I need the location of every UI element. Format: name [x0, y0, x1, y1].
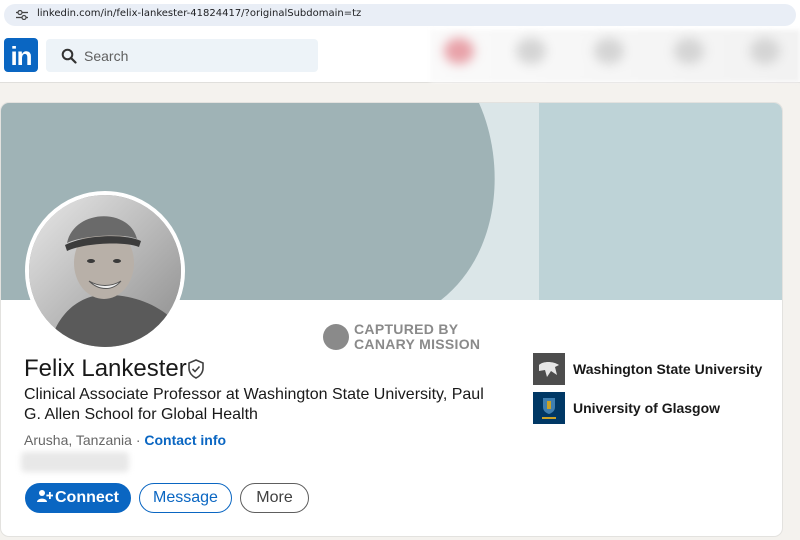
- more-button[interactable]: More: [240, 483, 309, 513]
- org-glasgow[interactable]: University of Glasgow: [533, 392, 773, 424]
- more-label: More: [256, 489, 293, 506]
- profile-headline: Clinical Associate Professor at Washingt…: [24, 386, 484, 423]
- canary-mission-watermark: CAPTURED BY CANARY MISSION: [323, 321, 493, 355]
- linkedin-logo[interactable]: in: [4, 38, 38, 72]
- glasgow-crest-icon: [533, 392, 565, 424]
- org-washington-state[interactable]: Washington State University: [533, 353, 773, 385]
- profile-location: Arusha, Tanzania: [24, 432, 132, 448]
- top-nav: in Search: [0, 30, 800, 83]
- avatar-photo: [29, 195, 181, 347]
- message-button[interactable]: Message: [139, 483, 232, 513]
- browser-address-bar: linkedin.com/in/felix-lankester-41824417…: [0, 0, 800, 30]
- nav-blob: [750, 38, 780, 64]
- connect-button[interactable]: Connect: [25, 483, 131, 513]
- avatar[interactable]: [25, 191, 185, 351]
- message-label: Message: [153, 489, 218, 506]
- redacted-connections: [21, 452, 129, 472]
- tune-icon[interactable]: [16, 10, 28, 20]
- separator: ·: [131, 432, 145, 448]
- contact-info-link[interactable]: Contact info: [144, 432, 226, 448]
- search-icon: [61, 48, 77, 64]
- wsu-logo-icon: [533, 353, 565, 385]
- watermark-line2: CANARY MISSION: [354, 336, 481, 352]
- profile-name: Felix Lankester: [24, 355, 187, 382]
- nav-blob: [674, 38, 704, 64]
- nav-blob: [594, 38, 624, 64]
- url-text[interactable]: linkedin.com/in/felix-lankester-41824417…: [37, 8, 361, 19]
- address-field[interactable]: linkedin.com/in/felix-lankester-41824417…: [4, 4, 796, 26]
- canary-logo-icon: [323, 324, 349, 350]
- shield-check-icon[interactable]: [187, 359, 205, 379]
- profile-card: CAPTURED BY CANARY MISSION Felix Lankest…: [1, 103, 782, 536]
- search-input[interactable]: Search: [46, 39, 318, 72]
- nav-blob: [516, 38, 546, 64]
- add-person-icon: [37, 490, 53, 502]
- location-row: Arusha, Tanzania · Contact info: [24, 432, 226, 448]
- nav-blob: [444, 38, 474, 64]
- org-name: University of Glasgow: [573, 400, 721, 416]
- org-name: Washington State University: [573, 361, 763, 377]
- nav-items-blurred: [430, 30, 800, 82]
- search-placeholder: Search: [84, 48, 129, 64]
- watermark-line1: CAPTURED BY: [354, 321, 459, 337]
- connect-label: Connect: [55, 489, 119, 506]
